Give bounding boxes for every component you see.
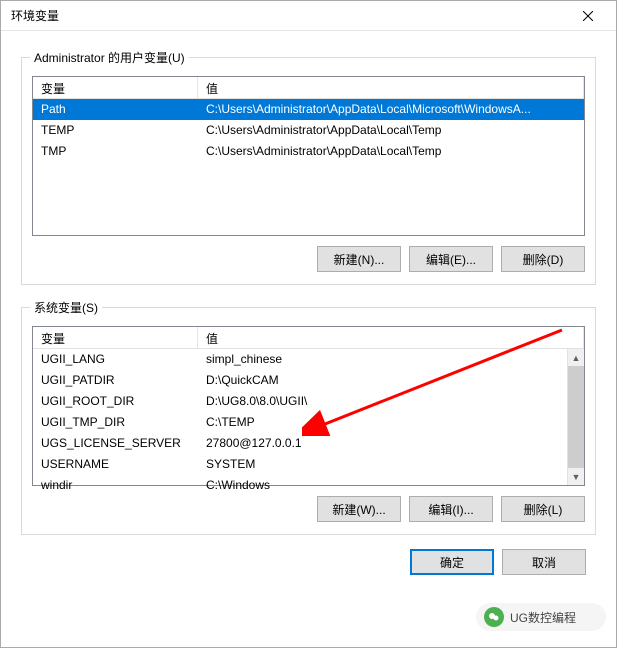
- system-list-body: UGII_LANG simpl_chinese UGII_PATDIR D:\Q…: [33, 349, 584, 496]
- wechat-icon: [484, 607, 504, 627]
- cancel-button[interactable]: 取消: [502, 549, 586, 575]
- var-value: C:\Users\Administrator\AppData\Local\Mic…: [198, 99, 584, 120]
- table-row[interactable]: UGS_LICENSE_SERVER 27800@127.0.0.1: [33, 433, 567, 454]
- table-row[interactable]: UGII_PATDIR D:\QuickCAM: [33, 370, 567, 391]
- watermark-overlay: UG数控编程: [476, 603, 606, 631]
- user-variables-list[interactable]: 变量 值 Path C:\Users\Administrator\AppData…: [32, 76, 585, 236]
- var-value: C:\Users\Administrator\AppData\Local\Tem…: [198, 141, 584, 162]
- table-row[interactable]: Path C:\Users\Administrator\AppData\Loca…: [33, 99, 584, 120]
- system-scrollbar[interactable]: ▲ ▼: [567, 349, 584, 485]
- system-list-header[interactable]: 变量 值: [33, 327, 584, 349]
- watermark-text: UG数控编程: [510, 609, 576, 626]
- window-title: 环境变量: [11, 7, 568, 24]
- var-name: UGII_ROOT_DIR: [33, 391, 198, 412]
- table-row[interactable]: UGII_LANG simpl_chinese: [33, 349, 567, 370]
- user-col-name[interactable]: 变量: [33, 77, 198, 98]
- table-row[interactable]: TEMP C:\Users\Administrator\AppData\Loca…: [33, 120, 584, 141]
- system-button-row: 新建(W)... 编辑(I)... 删除(L): [32, 496, 585, 522]
- table-row[interactable]: UGII_TMP_DIR C:\TEMP: [33, 412, 567, 433]
- system-new-button[interactable]: 新建(W)...: [317, 496, 401, 522]
- user-list-body: Path C:\Users\Administrator\AppData\Loca…: [33, 99, 584, 162]
- client-area: Administrator 的用户变量(U) 变量 值 Path C:\User…: [1, 31, 616, 647]
- user-col-value[interactable]: 值: [198, 77, 584, 98]
- var-name: Path: [33, 99, 198, 120]
- scroll-thumb[interactable]: [568, 366, 584, 468]
- var-value: 27800@127.0.0.1: [198, 433, 567, 454]
- var-name: UGII_TMP_DIR: [33, 412, 198, 433]
- var-name: TMP: [33, 141, 198, 162]
- table-row[interactable]: windir C:\Windows: [33, 475, 567, 496]
- env-vars-dialog: 环境变量 Administrator 的用户变量(U) 变量 值 Path C:…: [0, 0, 617, 648]
- close-icon: [583, 11, 593, 21]
- user-edit-button[interactable]: 编辑(E)...: [409, 246, 493, 272]
- sys-col-name[interactable]: 变量: [33, 327, 198, 348]
- scroll-down-icon[interactable]: ▼: [568, 468, 584, 485]
- system-edit-button[interactable]: 编辑(I)...: [409, 496, 493, 522]
- var-value: SYSTEM: [198, 454, 567, 475]
- var-value: D:\UG8.0\8.0\UGII\: [198, 391, 567, 412]
- scroll-up-icon[interactable]: ▲: [568, 349, 584, 366]
- table-row[interactable]: UGII_ROOT_DIR D:\UG8.0\8.0\UGII\: [33, 391, 567, 412]
- system-variables-group: 系统变量(S) 变量 值 UGII_LANG simpl_chinese UGI…: [21, 307, 596, 535]
- system-variables-list[interactable]: 变量 值 UGII_LANG simpl_chinese UGII_PATDIR…: [32, 326, 585, 486]
- user-list-header[interactable]: 变量 值: [33, 77, 584, 99]
- user-button-row: 新建(N)... 编辑(E)... 删除(D): [32, 246, 585, 272]
- var-value: C:\Windows: [198, 475, 567, 496]
- user-group-label: Administrator 的用户变量(U): [30, 49, 189, 66]
- sys-col-value[interactable]: 值: [198, 327, 584, 348]
- var-name: windir: [33, 475, 198, 496]
- system-delete-button[interactable]: 删除(L): [501, 496, 585, 522]
- var-name: UGS_LICENSE_SERVER: [33, 433, 198, 454]
- user-new-button[interactable]: 新建(N)...: [317, 246, 401, 272]
- table-row[interactable]: USERNAME SYSTEM: [33, 454, 567, 475]
- var-name: UGII_LANG: [33, 349, 198, 370]
- var-name: UGII_PATDIR: [33, 370, 198, 391]
- user-variables-group: Administrator 的用户变量(U) 变量 值 Path C:\User…: [21, 57, 596, 285]
- table-row[interactable]: TMP C:\Users\Administrator\AppData\Local…: [33, 141, 584, 162]
- var-value: C:\TEMP: [198, 412, 567, 433]
- var-name: TEMP: [33, 120, 198, 141]
- dialog-button-row: 确定 取消: [13, 549, 586, 575]
- title-bar: 环境变量: [1, 1, 616, 31]
- var-value: simpl_chinese: [198, 349, 567, 370]
- var-value: D:\QuickCAM: [198, 370, 567, 391]
- user-delete-button[interactable]: 删除(D): [501, 246, 585, 272]
- system-group-label: 系统变量(S): [30, 299, 102, 316]
- ok-button[interactable]: 确定: [410, 549, 494, 575]
- var-value: C:\Users\Administrator\AppData\Local\Tem…: [198, 120, 584, 141]
- close-button[interactable]: [568, 2, 608, 30]
- var-name: USERNAME: [33, 454, 198, 475]
